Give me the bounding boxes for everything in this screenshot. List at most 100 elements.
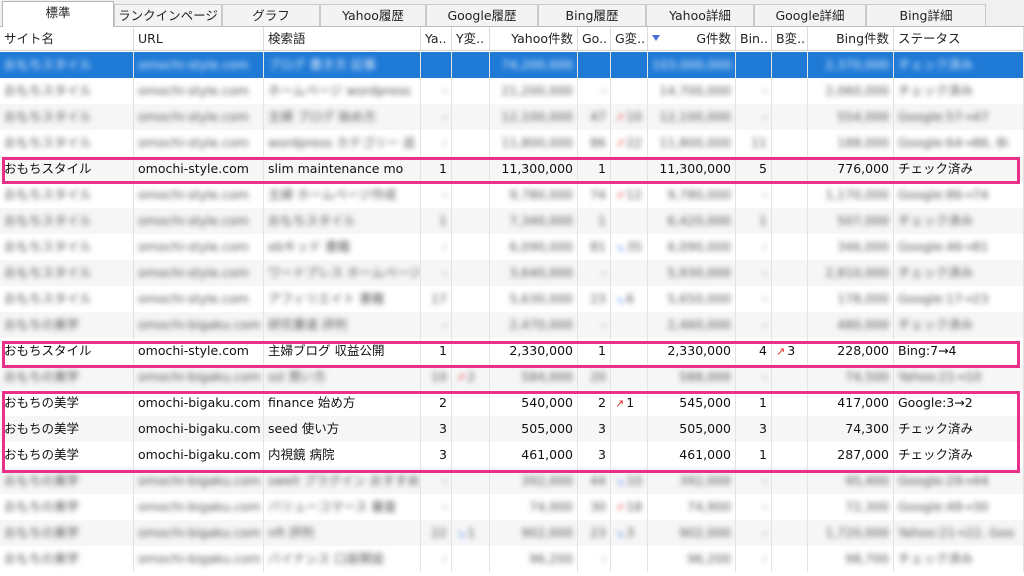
cell-ycount: 2,330,000 <box>490 338 578 364</box>
cell-url: omochi-style.com <box>134 52 264 78</box>
tab-2[interactable]: グラフ <box>222 4 320 26</box>
cell-text: バリューコマース 審査 <box>268 499 397 514</box>
cell-site: おもちスタイル <box>0 234 134 260</box>
table-row[interactable]: おもちの美学 omochi-bigaku.com バイナンス 口座開設 - 96,200… <box>0 546 1024 572</box>
table-row[interactable]: おもちスタイル omochi-style.com アフィリエイト 書籍 17 5,630… <box>0 286 1024 312</box>
table-row[interactable]: おもちの美学 omochi-bigaku.com finance 始め方 2 540,0… <box>0 390 1024 416</box>
tab-6[interactable]: Yahoo詳細 <box>646 4 754 26</box>
cell-text: wordpress カテゴリー 追 <box>268 135 416 150</box>
column-header-keyword[interactable]: 検索語 <box>264 27 421 50</box>
cell-text: 1 <box>598 343 606 358</box>
cell-ya: 2 <box>421 390 452 416</box>
cell-ya: - <box>421 494 452 520</box>
table-row[interactable]: おもちスタイル omochi-style.com ebキッド 書籍 - 6,090,00… <box>0 234 1024 260</box>
cell-text: 2,810,000 <box>825 265 889 280</box>
table-row[interactable]: おもちスタイル omochi-style.com 主婦 ブログ 始め方 - 12,100… <box>0 104 1024 130</box>
table-row[interactable]: おもちスタイル omochi-style.com 主婦ブログ 収益公開 1 2,330,… <box>0 338 1024 364</box>
cell-bcount: 188,000 <box>808 130 894 156</box>
cell-bch <box>772 260 808 286</box>
table-row[interactable]: おもちスタイル omochi-style.com ホームページ wordpress -… <box>0 78 1024 104</box>
cell-text: 776,000 <box>837 161 889 176</box>
table-row[interactable]: おもちの美学 omochi-bigaku.com 内視鏡 病院 3 461,000 3 46… <box>0 442 1024 468</box>
cell-site: おもちの美学 <box>0 468 134 494</box>
column-header-status[interactable]: ステータス <box>894 27 1024 50</box>
cell-gcount: 11,300,000 <box>648 156 736 182</box>
tab-5[interactable]: Bing履歴 <box>538 4 646 26</box>
cell-text: 3 <box>439 447 447 462</box>
table-row[interactable]: おもちの美学 omochi-bigaku.com バリューコマース 審査 - 74,90… <box>0 494 1024 520</box>
table-row[interactable]: おもちの美学 omochi-bigaku.com nft 評判 22 ↘ 1 902,000… <box>0 520 1024 546</box>
column-header-url[interactable]: URL <box>134 27 264 50</box>
column-header-yahoo-change[interactable]: Y変.. <box>452 27 490 50</box>
cell-text: チェック済み <box>898 265 974 280</box>
cell-gch <box>611 338 648 364</box>
tab-0[interactable]: 標準 <box>2 1 114 27</box>
cell-text: おもちスタイル <box>4 343 92 358</box>
cell-text: 10 <box>626 473 643 488</box>
cell-url: omochi-style.com <box>134 234 264 260</box>
cell-ycount: 6,090,000 <box>490 234 578 260</box>
cell-text: Yahoo:21→10 <box>898 369 982 384</box>
cell-text: 11,300,000 <box>501 161 573 176</box>
cell-gch: ↗ 22 <box>611 130 648 156</box>
cell-bch <box>772 156 808 182</box>
tab-3[interactable]: Yahoo履歴 <box>320 4 426 26</box>
cell-status: Google:3→2 <box>894 390 1024 416</box>
tab-8[interactable]: Bing詳細 <box>866 4 986 26</box>
cell-ycount: 12,100,000 <box>490 104 578 130</box>
table-row[interactable]: おもちスタイル omochi-style.com slim maintenance … <box>0 156 1024 182</box>
column-header-site[interactable]: サイト名 <box>0 27 134 50</box>
table-row[interactable]: おもちの美学 omochi-bigaku.com swell プラグイン おすすめ -… <box>0 468 1024 494</box>
cell-text: おもちの美学 <box>4 421 80 436</box>
cell-text: ブログ 書き方 記事 <box>268 57 376 72</box>
cell-bin: - <box>736 104 772 130</box>
column-header-yahoo-count[interactable]: Yahoo件数 <box>490 27 578 50</box>
cell-text: 584,000 <box>521 369 573 384</box>
table-row[interactable]: おもちスタイル omochi-style.com ワードプレス ホームページ - 3,6… <box>0 260 1024 286</box>
cell-text: - <box>442 187 447 202</box>
tab-4[interactable]: Google履歴 <box>426 4 538 26</box>
cell-ya: - <box>421 468 452 494</box>
cell-bin: - <box>736 78 772 104</box>
cell-text: 14,700,000 <box>659 83 731 98</box>
cell-text: 98,700 <box>845 551 889 566</box>
cell-site: おもちスタイル <box>0 286 134 312</box>
column-header-google-count[interactable]: G件数 <box>648 27 736 50</box>
column-header-bing-change[interactable]: B変.. <box>772 27 808 50</box>
table-row[interactable]: おもちスタイル omochi-style.com 主婦 ホームページ作成 - 9,780… <box>0 182 1024 208</box>
cell-text: 1 <box>439 161 447 176</box>
column-header-yahoo-rank[interactable]: Ya.. <box>421 27 452 50</box>
cell-text: 主婦ブログ 収益公開 <box>268 343 385 358</box>
cell-status: Yahoo:21→22, Goo <box>894 520 1024 546</box>
cell-bcount: 417,000 <box>808 390 894 416</box>
column-header-google-rank[interactable]: Go.. <box>578 27 611 50</box>
cell-text: 96,200 <box>687 551 731 566</box>
cell-gcount: 588,000 <box>648 364 736 390</box>
table-row[interactable]: おもちスタイル omochi-style.com おもちスタイル 1 7,340,000… <box>0 208 1024 234</box>
table-row[interactable]: おもちの美学 omochi-bigaku.com ssl 買い方 10 ↗ 2 584,00… <box>0 364 1024 390</box>
table-row[interactable]: おもちスタイル omochi-style.com ブログ 書き方 記事 74,200,… <box>0 52 1024 78</box>
cell-status: チェック済み <box>894 546 1024 572</box>
cell-text: 902,000 <box>679 525 731 540</box>
column-header-bing-count[interactable]: Bing件数 <box>808 27 894 50</box>
cell-url: omochi-style.com <box>134 104 264 130</box>
table-row[interactable]: おもちの美学 omochi-bigaku.com 研究書道 評判 - 2,470,000… <box>0 312 1024 338</box>
column-header-google-change[interactable]: G変.. <box>611 27 648 50</box>
table-row[interactable]: おもちスタイル omochi-style.com wordpress カテゴリー 追… <box>0 130 1024 156</box>
cell-ych <box>452 338 490 364</box>
cell-text: おもちスタイル <box>4 57 92 72</box>
cell-bcount: 1,720,000 <box>808 520 894 546</box>
cell-url: omochi-style.com <box>134 208 264 234</box>
cell-bin: - <box>736 260 772 286</box>
cell-text: omochi-style.com <box>138 291 249 306</box>
cell-text: 1,170,000 <box>825 187 889 202</box>
tab-1[interactable]: ランクインページ <box>114 4 222 26</box>
column-header-bing-rank[interactable]: Bin.. <box>736 27 772 50</box>
tab-7[interactable]: Google詳細 <box>754 4 866 26</box>
table-row[interactable]: おもちの美学 omochi-bigaku.com seed 使い方 3 505,000 3… <box>0 416 1024 442</box>
cell-ycount: 7,340,000 <box>490 208 578 234</box>
cell-ya: 17 <box>421 286 452 312</box>
cell-text: 540,000 <box>521 395 573 410</box>
cell-ya: - <box>421 182 452 208</box>
cell-text: 44 <box>590 473 606 488</box>
